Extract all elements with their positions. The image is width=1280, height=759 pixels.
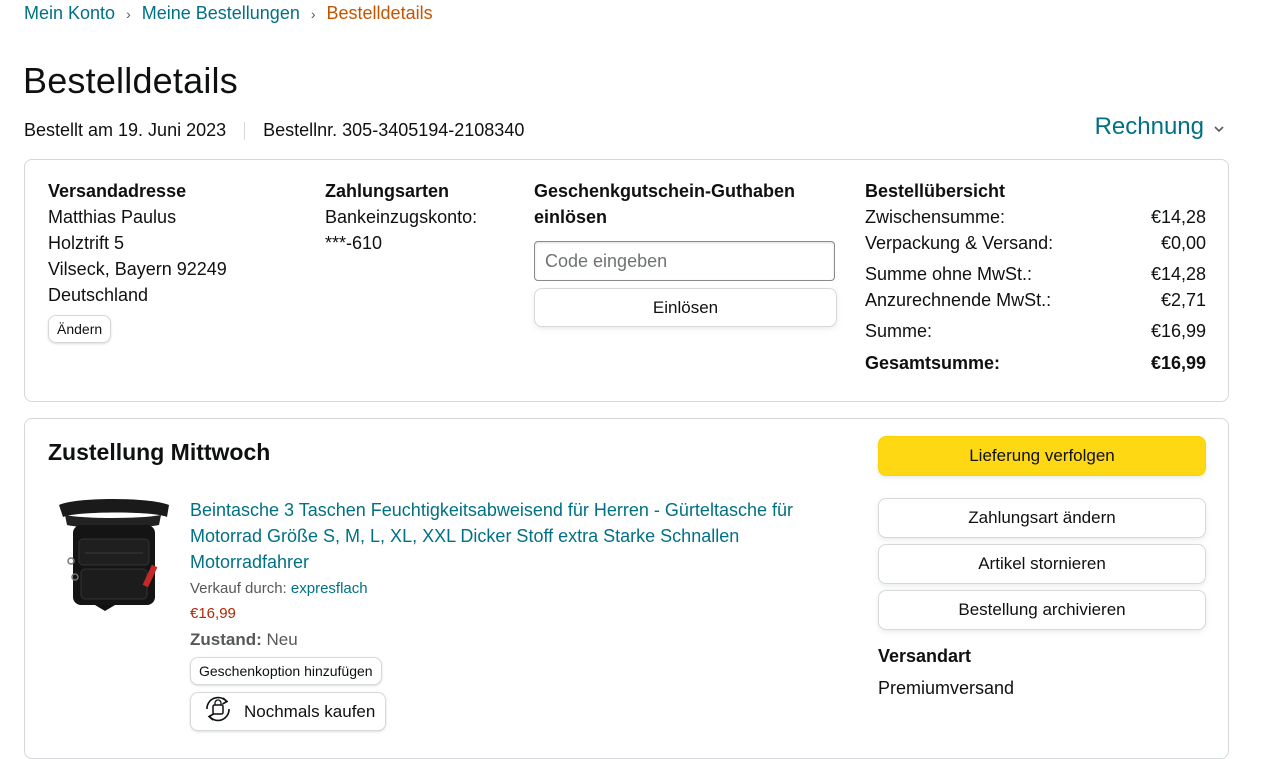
- sold-by: Verkauf durch: expresflach: [190, 578, 830, 600]
- address-line: Holztrift 5: [48, 233, 125, 253]
- gift-title: Geschenkgutschein-Guthaben einlösen: [534, 181, 796, 227]
- breadcrumb: Mein Konto › Meine Bestellungen › Bestel…: [24, 3, 433, 24]
- payment-method: Bankeinzugskonto:: [325, 207, 478, 227]
- shipping-address: Versandadresse Matthias Paulus Holztrift…: [48, 178, 227, 343]
- product-price: €16,99: [190, 605, 236, 622]
- chevron-down-icon: [1214, 120, 1224, 136]
- summary-row-subtotal: Zwischensumme: €14,28: [865, 204, 1206, 230]
- total-label: Gesamtsumme:: [865, 353, 1001, 373]
- breadcrumb-current: Bestelldetails: [326, 3, 433, 23]
- summary-title: Bestellübersicht: [865, 181, 1006, 201]
- summary-label: Summe ohne MwSt.:: [865, 264, 1033, 284]
- address-line: Matthias Paulus: [48, 207, 177, 227]
- breadcrumb-separator: ›: [126, 5, 131, 22]
- summary-row-total: Gesamtsumme: €16,99: [865, 350, 1206, 376]
- order-number: Bestellnr. 305-3405194-2108340: [263, 120, 525, 140]
- breadcrumb-separator: ›: [310, 5, 316, 22]
- cancel-item-button[interactable]: Artikel stornieren: [878, 544, 1206, 584]
- summary-value: €2,71: [1160, 290, 1206, 310]
- condition-value: Neu: [266, 630, 298, 649]
- meta-divider: [244, 121, 246, 140]
- product-image[interactable]: [55, 495, 173, 611]
- invoice-label: Rechnung: [1094, 113, 1204, 140]
- change-address-button[interactable]: Ändern: [48, 315, 112, 343]
- delivery-card: Zustellung Mittwoch Beintasche 3 Taschen…: [24, 418, 1229, 759]
- summary-row-net: Summe ohne MwSt.: €14,28: [865, 261, 1206, 287]
- seller-link[interactable]: expresflach: [291, 580, 368, 597]
- product-info: Beintasche 3 Taschen Feuchtigkeitsabweis…: [190, 497, 830, 731]
- redeem-button[interactable]: Einlösen: [534, 288, 837, 327]
- order-totals: Bestellübersicht Zwischensumme: €14,28 V…: [865, 178, 1206, 376]
- condition-label: Zustand:: [190, 630, 262, 649]
- summary-value: €14,28: [1150, 207, 1206, 227]
- sold-by-label: Verkauf durch:: [190, 580, 291, 597]
- summary-value: €0,00: [1160, 233, 1206, 253]
- order-actions: Lieferung verfolgen Zahlungsart ändern A…: [878, 436, 1206, 701]
- summary-label: Anzurechnende MwSt.:: [865, 290, 1052, 310]
- buy-again-label: Nochmals kaufen: [244, 701, 376, 721]
- summary-value: €16,99: [1150, 321, 1206, 341]
- product-title-link[interactable]: Beintasche 3 Taschen Feuchtigkeitsabweis…: [190, 497, 830, 575]
- address-title: Versandadresse: [48, 181, 187, 201]
- address-line: Deutschland: [48, 285, 149, 305]
- breadcrumb-link-account[interactable]: Mein Konto: [24, 3, 115, 24]
- payment-methods: Zahlungsarten Bankeinzugskonto: ***-610: [325, 178, 525, 256]
- summary-row-sum: Summe: €16,99: [865, 318, 1206, 344]
- gift-code-input[interactable]: [534, 241, 835, 281]
- summary-label: Zwischensumme:: [865, 207, 1006, 227]
- summary-label: Summe:: [865, 321, 933, 341]
- order-meta: Bestellt am 19. Juni 2023 Bestellnr. 305…: [24, 120, 524, 141]
- gift-card-redeem: Geschenkgutschein-Guthaben einlösen Einl…: [534, 178, 839, 327]
- payment-account: ***-610: [325, 233, 383, 253]
- buy-again-icon: [202, 695, 234, 728]
- payment-title: Zahlungsarten: [325, 181, 450, 201]
- summary-label: Verpackung & Versand:: [865, 233, 1054, 253]
- order-summary-card: Versandadresse Matthias Paulus Holztrift…: [24, 159, 1229, 402]
- delivery-title: Zustellung Mittwoch: [48, 439, 271, 465]
- add-gift-option-button[interactable]: Geschenkoption hinzufügen: [190, 657, 382, 685]
- buy-again-button[interactable]: Nochmals kaufen: [190, 692, 387, 731]
- product-condition: Zustand: Neu: [190, 628, 830, 652]
- shipping-method-value: Premiumversand: [878, 678, 1015, 698]
- summary-row-vat: Anzurechnende MwSt.: €2,71: [865, 287, 1206, 313]
- shipping-method-title: Versandart: [878, 646, 972, 666]
- archive-order-button[interactable]: Bestellung archivieren: [878, 590, 1206, 630]
- breadcrumb-link-orders[interactable]: Meine Bestellungen: [142, 3, 300, 24]
- order-date: Bestellt am 19. Juni 2023: [24, 120, 227, 140]
- address-line: Vilseck, Bayern 92249: [48, 259, 227, 279]
- summary-row-shipping: Verpackung & Versand: €0,00: [865, 230, 1206, 256]
- total-value: €16,99: [1150, 353, 1206, 373]
- invoice-dropdown[interactable]: Rechnung: [1095, 113, 1224, 141]
- change-payment-button[interactable]: Zahlungsart ändern: [878, 498, 1206, 538]
- page-title: Bestelldetails: [23, 60, 238, 101]
- summary-value: €14,28: [1150, 264, 1206, 284]
- track-delivery-button[interactable]: Lieferung verfolgen: [878, 436, 1206, 476]
